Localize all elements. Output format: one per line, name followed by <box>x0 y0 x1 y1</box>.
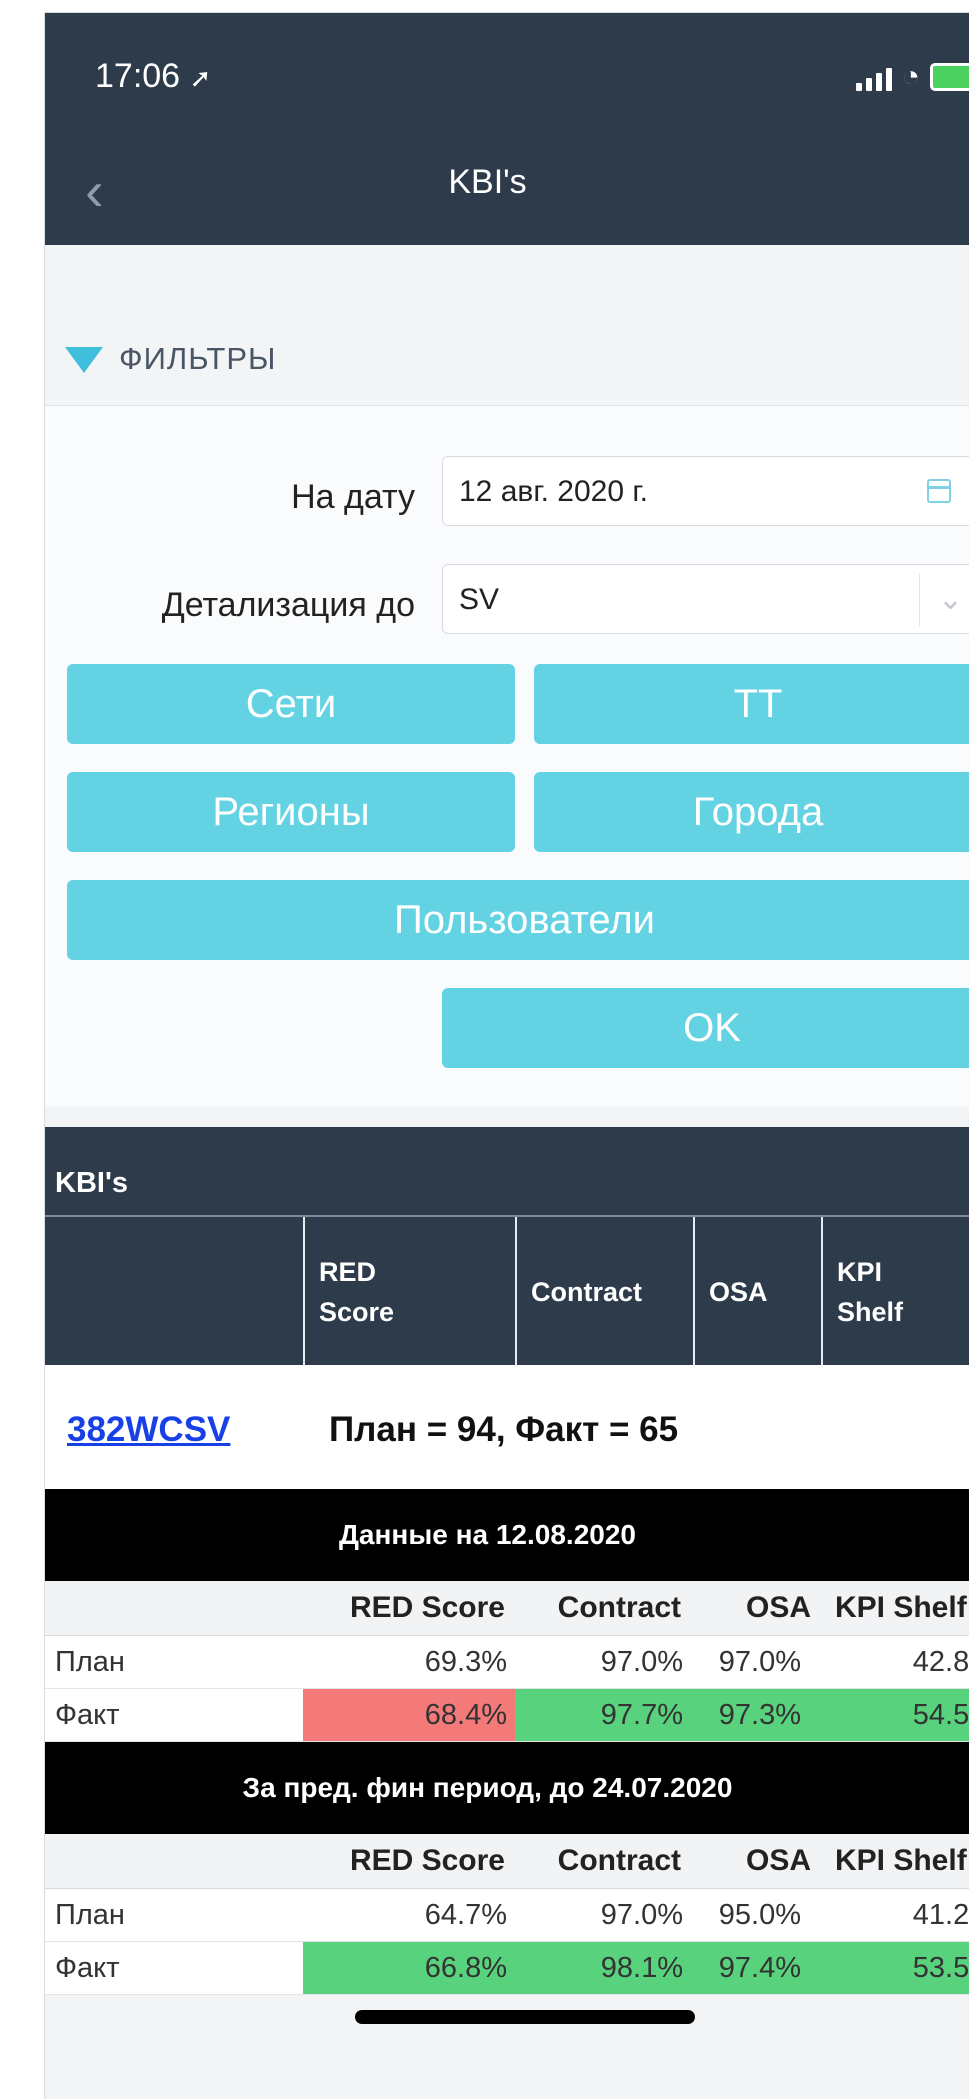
table-2-th-osa: OSA <box>745 1844 811 1877</box>
status-time: 17:06 ➚ <box>95 57 211 96</box>
row-label: План <box>55 1899 125 1931</box>
cell-kpi-shelf: 41.2% <box>912 1899 969 1931</box>
plan-fact-summary: 382WCSV План = 94, Факт = 65 <box>45 1365 969 1489</box>
cell-kpi-shelf: 42.8% <box>912 1646 969 1678</box>
tt-button[interactable]: ТТ <box>534 664 969 744</box>
kbi-col-red-score: RED Score <box>303 1217 517 1367</box>
table-row: План 64.7% 97.0% 95.0% 41.2% <box>45 1889 969 1942</box>
table-2-th-contract: Contract <box>557 1844 681 1877</box>
cell-contract: 97.0% <box>600 1646 683 1678</box>
cell-contract: 97.7% <box>515 1689 691 1741</box>
home-indicator[interactable] <box>355 2010 695 2024</box>
location-arrow-icon: ➚ <box>189 63 212 93</box>
table-2-th-red-score: RED Score <box>349 1844 505 1877</box>
table-2-title: За пред. фин период, до 24.07.2020 <box>45 1742 969 1834</box>
table-row: План 69.3% 97.0% 97.0% 42.8% <box>45 1636 969 1689</box>
kbi-col-kpi-shelf: KPI Shelf <box>821 1217 969 1367</box>
cities-button[interactable]: Города <box>534 772 969 852</box>
regions-button[interactable]: Регионы <box>67 772 515 852</box>
detail-label: Детализация до <box>161 586 415 624</box>
cell-osa: 97.0% <box>718 1646 801 1678</box>
kbi-col-contract: Contract <box>515 1217 695 1367</box>
cell-osa: 95.0% <box>718 1899 801 1931</box>
wifi-icon: ◔ <box>901 60 920 93</box>
cell-contract: 97.0% <box>600 1899 683 1931</box>
table-2-th-kpi-shelf: KPI Shelf <box>835 1844 967 1877</box>
kbi-col-osa: OSA <box>693 1217 823 1367</box>
chains-button[interactable]: Сети <box>67 664 515 744</box>
table-1-th-contract: Contract <box>557 1591 681 1624</box>
row-label: План <box>55 1646 125 1678</box>
cell-red-score: 69.3% <box>424 1646 507 1678</box>
cell-kpi-shelf: 53.5% <box>809 1942 969 1994</box>
ok-button[interactable]: OK <box>442 988 969 1068</box>
battery-icon <box>930 63 969 91</box>
cell-red-score: 66.8% <box>303 1942 515 1994</box>
sv-link[interactable]: 382WCSV <box>67 1410 230 1450</box>
detail-select[interactable]: SV ⌄ <box>442 564 969 634</box>
cell-red-score: 64.7% <box>424 1899 507 1931</box>
date-label: На дату <box>291 478 415 516</box>
date-field[interactable]: 12 авг. 2020 г. <box>442 456 969 526</box>
table-row: Факт 68.4% 97.7% 97.3% 54.5% <box>45 1689 969 1742</box>
row-label: Факт <box>55 1952 120 1984</box>
table-1-header: RED Score Contract OSA KPI Shelf <box>45 1581 969 1636</box>
kbi-column-header: RED Score Contract OSA KPI Shelf <box>45 1215 969 1367</box>
cell-red-score: 68.4% <box>303 1689 515 1741</box>
table-2-header: RED Score Contract OSA KPI Shelf <box>45 1834 969 1889</box>
kbi-section-title: KBI's <box>45 1127 969 1219</box>
detail-value: SV <box>459 583 500 616</box>
nav-title: KBI's <box>448 163 527 201</box>
filters-form: На дату 12 авг. 2020 г. Детализация до S… <box>45 406 969 1106</box>
calendar-icon[interactable] <box>927 479 951 503</box>
filters-label: ФИЛЬТРЫ <box>119 341 277 376</box>
chevron-down-icon: ⌄ <box>918 573 963 627</box>
kbi-col-red-score-text: RED Score <box>319 1256 395 1328</box>
users-button[interactable]: Пользователи <box>67 880 969 960</box>
status-icons: ◔ <box>855 60 969 93</box>
plan-fact-text: План = 94, Факт = 65 <box>329 1410 679 1449</box>
signal-icon <box>855 68 892 91</box>
cell-kpi-shelf: 54.5% <box>809 1689 969 1741</box>
row-label: Факт <box>55 1699 120 1731</box>
table-1-title: Данные на 12.08.2020 <box>45 1489 969 1581</box>
kbi-title-text: KBI's <box>55 1167 128 1199</box>
cell-osa: 97.4% <box>691 1942 809 1994</box>
status-time-text: 17:06 <box>95 57 181 95</box>
cell-osa: 97.3% <box>691 1689 809 1741</box>
table-1-th-osa: OSA <box>745 1591 811 1624</box>
filters-toggle[interactable]: ФИЛЬТРЫ <box>45 245 969 406</box>
table-1-th-red-score: RED Score <box>349 1591 505 1624</box>
navigation-bar: 17:06 ➚ ◔ ‹ KBI's <box>45 13 969 245</box>
app-frame: 17:06 ➚ ◔ ‹ KBI's ФИЛЬТРЫ На дату 12 авг… <box>44 12 969 2099</box>
kbi-col-empty <box>45 1217 305 1367</box>
table-1-th-kpi-shelf: KPI Shelf <box>835 1591 967 1624</box>
cell-contract: 98.1% <box>515 1942 691 1994</box>
table-row: Факт 66.8% 98.1% 97.4% 53.5% <box>45 1942 969 1995</box>
kbi-col-kpi-shelf-text: KPI Shelf <box>837 1256 904 1328</box>
triangle-down-icon <box>65 347 103 373</box>
date-value: 12 авг. 2020 г. <box>459 475 648 508</box>
